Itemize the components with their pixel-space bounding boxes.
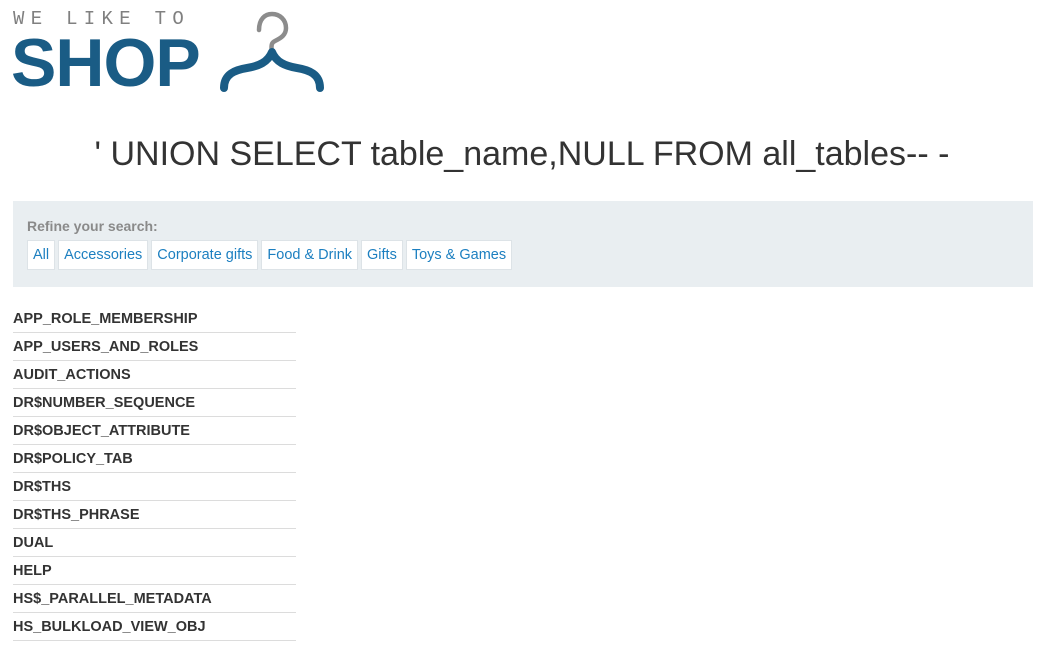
table-row: APP_ROLE_MEMBERSHIP — [13, 305, 296, 333]
filter-link-corporate-gifts[interactable]: Corporate gifts — [151, 240, 259, 270]
filter-list: All Accessories Corporate gifts Food & D… — [27, 240, 513, 270]
filter-panel: Refine your search: All Accessories Corp… — [13, 201, 1033, 287]
table-row: DR$THS_PHRASE — [13, 501, 296, 529]
table-row: DR$POLICY_TAB — [13, 445, 296, 473]
table-row: DR$NUMBER_SEQUENCE — [13, 389, 296, 417]
logo-wordmark: SHOP — [11, 25, 201, 101]
filter-link-food-drink[interactable]: Food & Drink — [261, 240, 359, 270]
table-row: HS_BULKLOAD_VIEW_OBJ — [13, 613, 296, 641]
table-row: HELP — [13, 557, 296, 585]
table-row: DR$THS — [13, 473, 296, 501]
hanger-icon — [220, 11, 324, 92]
page-title: ' UNION SELECT table_name,NULL FROM all_… — [94, 135, 950, 173]
results-list: APP_ROLE_MEMBERSHIP APP_USERS_AND_ROLES … — [13, 305, 296, 641]
filter-link-all[interactable]: All — [27, 240, 56, 270]
filter-link-gifts[interactable]: Gifts — [361, 240, 403, 270]
filter-link-toys-games[interactable]: Toys & Games — [405, 240, 513, 270]
filter-label: Refine your search: — [27, 218, 158, 234]
table-row: HS$_PARALLEL_METADATA — [13, 585, 296, 613]
table-row: APP_USERS_AND_ROLES — [13, 333, 296, 361]
filter-link-accessories[interactable]: Accessories — [58, 240, 149, 270]
table-row: DUAL — [13, 529, 296, 557]
table-row: AUDIT_ACTIONS — [13, 361, 296, 389]
site-logo[interactable]: WE LIKE TO SHOP — [11, 8, 332, 101]
table-row: DR$OBJECT_ATTRIBUTE — [13, 417, 296, 445]
